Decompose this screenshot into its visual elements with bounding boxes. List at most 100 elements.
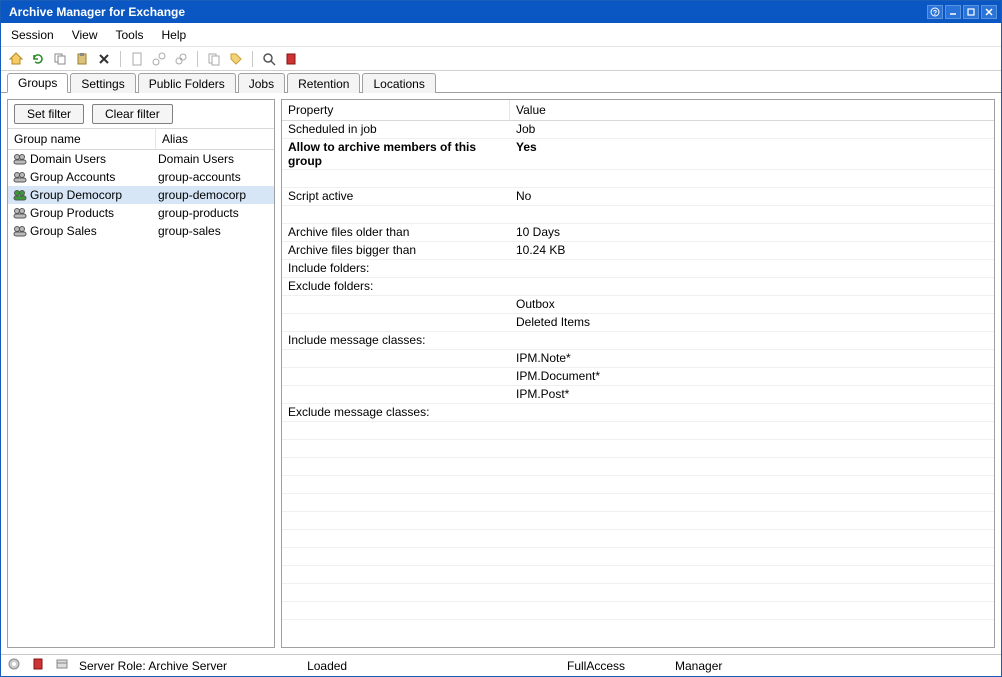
tab-label: Retention <box>298 77 349 91</box>
menu-help[interactable]: Help <box>162 28 187 42</box>
property-name <box>282 530 510 547</box>
property-value <box>510 494 994 511</box>
header-group-name[interactable]: Group name <box>8 129 156 149</box>
property-name: Archive files bigger than <box>282 242 510 259</box>
property-value: 10.24 KB <box>510 242 994 259</box>
home-icon[interactable] <box>7 50 25 68</box>
property-row: Archive files bigger than10.24 KB <box>282 242 994 260</box>
property-name <box>282 170 510 187</box>
property-row <box>282 530 994 548</box>
property-value: IPM.Document* <box>510 368 994 385</box>
property-name: Archive files older than <box>282 224 510 241</box>
property-row <box>282 206 994 224</box>
title-bar: Archive Manager for Exchange ? <box>1 1 1001 23</box>
link2-icon[interactable] <box>172 50 190 68</box>
status-loaded: Loaded <box>307 659 357 673</box>
status-access: FullAccess <box>567 659 625 673</box>
toolbar-separator <box>252 51 253 67</box>
property-value <box>510 278 994 295</box>
group-name: Domain Users <box>30 152 158 166</box>
group-alias: group-products <box>158 206 270 220</box>
property-row: Include folders: <box>282 260 994 278</box>
status-server-role: Server Role: Archive Server <box>79 659 227 673</box>
tab-label: Groups <box>18 76 57 90</box>
property-name <box>282 548 510 565</box>
property-value <box>510 440 994 457</box>
property-value <box>510 512 994 529</box>
property-value <box>510 206 994 223</box>
property-row: Archive files older than10 Days <box>282 224 994 242</box>
tab-retention[interactable]: Retention <box>287 73 360 93</box>
tag-icon[interactable] <box>227 50 245 68</box>
tab-settings[interactable]: Settings <box>70 73 135 93</box>
property-name: Script active <box>282 188 510 205</box>
status-server-icon <box>55 657 69 674</box>
group-row[interactable]: Group Democorpgroup-democorp <box>8 186 274 204</box>
property-value <box>510 584 994 601</box>
maximize-button[interactable] <box>963 5 979 19</box>
property-name: Exclude folders: <box>282 278 510 295</box>
group-row[interactable]: Group Accountsgroup-accounts <box>8 168 274 186</box>
window-title: Archive Manager for Exchange <box>5 5 925 19</box>
paste-icon[interactable] <box>73 50 91 68</box>
group-row[interactable]: Domain UsersDomain Users <box>8 150 274 168</box>
property-name <box>282 350 510 367</box>
help-button[interactable]: ? <box>927 5 943 19</box>
toolbar <box>1 47 1001 71</box>
menu-session[interactable]: Session <box>11 28 54 42</box>
group-icon <box>12 151 28 167</box>
search-icon[interactable] <box>260 50 278 68</box>
header-value[interactable]: Value <box>510 100 994 120</box>
menu-bar: Session View Tools Help <box>1 23 1001 47</box>
property-row: Script activeNo <box>282 188 994 206</box>
group-row[interactable]: Group Salesgroup-sales <box>8 222 274 240</box>
property-row: Exclude message classes: <box>282 404 994 422</box>
status-user: Manager <box>675 659 725 673</box>
group-list[interactable]: Domain UsersDomain UsersGroup Accountsgr… <box>8 150 274 647</box>
refresh-icon[interactable] <box>29 50 47 68</box>
newdoc-icon[interactable] <box>128 50 146 68</box>
group-row[interactable]: Group Productsgroup-products <box>8 204 274 222</box>
property-value: No <box>510 188 994 205</box>
property-value <box>510 404 994 421</box>
property-name <box>282 386 510 403</box>
toolbar-separator <box>120 51 121 67</box>
property-value <box>510 458 994 475</box>
tab-public-folders[interactable]: Public Folders <box>138 73 236 93</box>
property-name <box>282 206 510 223</box>
group-alias: group-sales <box>158 224 270 238</box>
properties-list: Scheduled in jobJobAllow to archive memb… <box>282 121 994 647</box>
property-row <box>282 458 994 476</box>
group-name: Group Democorp <box>30 188 158 202</box>
property-row <box>282 548 994 566</box>
book-icon[interactable] <box>282 50 300 68</box>
tab-jobs[interactable]: Jobs <box>238 73 285 93</box>
property-value <box>510 566 994 583</box>
copy-icon[interactable] <box>51 50 69 68</box>
docs-icon[interactable] <box>205 50 223 68</box>
property-name <box>282 476 510 493</box>
property-name <box>282 584 510 601</box>
set-filter-button[interactable]: Set filter <box>14 104 84 124</box>
tab-locations[interactable]: Locations <box>362 73 435 93</box>
group-icon <box>12 169 28 185</box>
header-alias[interactable]: Alias <box>156 129 274 149</box>
tab-label: Settings <box>81 77 124 91</box>
tab-groups[interactable]: Groups <box>7 73 68 93</box>
header-property[interactable]: Property <box>282 100 510 120</box>
group-list-header: Group name Alias <box>8 128 274 150</box>
delete-icon[interactable] <box>95 50 113 68</box>
close-button[interactable] <box>981 5 997 19</box>
menu-tools[interactable]: Tools <box>116 28 144 42</box>
property-row <box>282 170 994 188</box>
app-window: Archive Manager for Exchange ? Session V… <box>0 0 1002 677</box>
link1-icon[interactable] <box>150 50 168 68</box>
clear-filter-button[interactable]: Clear filter <box>92 104 173 124</box>
property-name <box>282 422 510 439</box>
group-name: Group Accounts <box>30 170 158 184</box>
minimize-button[interactable] <box>945 5 961 19</box>
menu-view[interactable]: View <box>72 28 98 42</box>
property-value <box>510 530 994 547</box>
property-name <box>282 566 510 583</box>
property-name <box>282 458 510 475</box>
